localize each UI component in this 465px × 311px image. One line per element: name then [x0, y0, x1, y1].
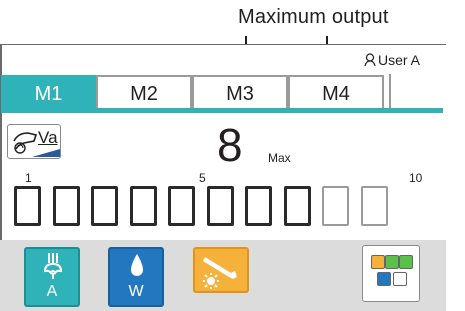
- tab-m1[interactable]: M1: [1, 75, 96, 109]
- mini-blue-icon: [377, 272, 391, 286]
- level-box-9[interactable]: [322, 186, 349, 226]
- water-button[interactable]: W: [108, 247, 164, 307]
- scale-tick-1: 1: [25, 171, 32, 185]
- mini-green-icon-2: [399, 255, 413, 269]
- mini-arrow-icon: [393, 272, 407, 286]
- level-box-6[interactable]: [206, 186, 234, 226]
- scale-tick-5: 5: [199, 171, 206, 185]
- light-button[interactable]: [193, 247, 249, 293]
- level-box-4[interactable]: [129, 186, 157, 226]
- level-box-7[interactable]: [245, 186, 272, 226]
- output-value: 8: [217, 119, 243, 171]
- mini-green-icon: [385, 255, 399, 269]
- air-button[interactable]: A: [24, 247, 80, 307]
- user-label: User A: [378, 52, 421, 68]
- scale-tick-10: 10: [409, 171, 423, 185]
- level-box-3[interactable]: [91, 186, 118, 226]
- level-box-1[interactable]: [14, 186, 41, 226]
- max-label: Max: [268, 151, 291, 165]
- air-icon: [43, 253, 63, 279]
- mode-button[interactable]: Va: [7, 124, 61, 159]
- mode-label: Va: [38, 128, 58, 147]
- tab-underline: [1, 108, 443, 113]
- settings-button[interactable]: [362, 245, 420, 302]
- user-icon: [364, 53, 376, 67]
- level-box-8[interactable]: [283, 186, 311, 226]
- level-box-5[interactable]: [168, 186, 195, 226]
- ramp-indicator: [32, 149, 60, 157]
- level-box-10[interactable]: [360, 186, 388, 226]
- water-label: W: [128, 283, 144, 300]
- level-box-2[interactable]: [52, 186, 80, 226]
- air-label: A: [46, 283, 58, 300]
- tab-m3[interactable]: M3: [192, 75, 288, 109]
- water-drop-icon: [131, 254, 143, 276]
- light-handpiece-icon: [203, 257, 237, 289]
- mini-orange-icon: [371, 255, 385, 269]
- tab-m2[interactable]: M2: [96, 75, 192, 109]
- tab-edge: [389, 74, 391, 109]
- tab-m4[interactable]: M4: [288, 75, 384, 109]
